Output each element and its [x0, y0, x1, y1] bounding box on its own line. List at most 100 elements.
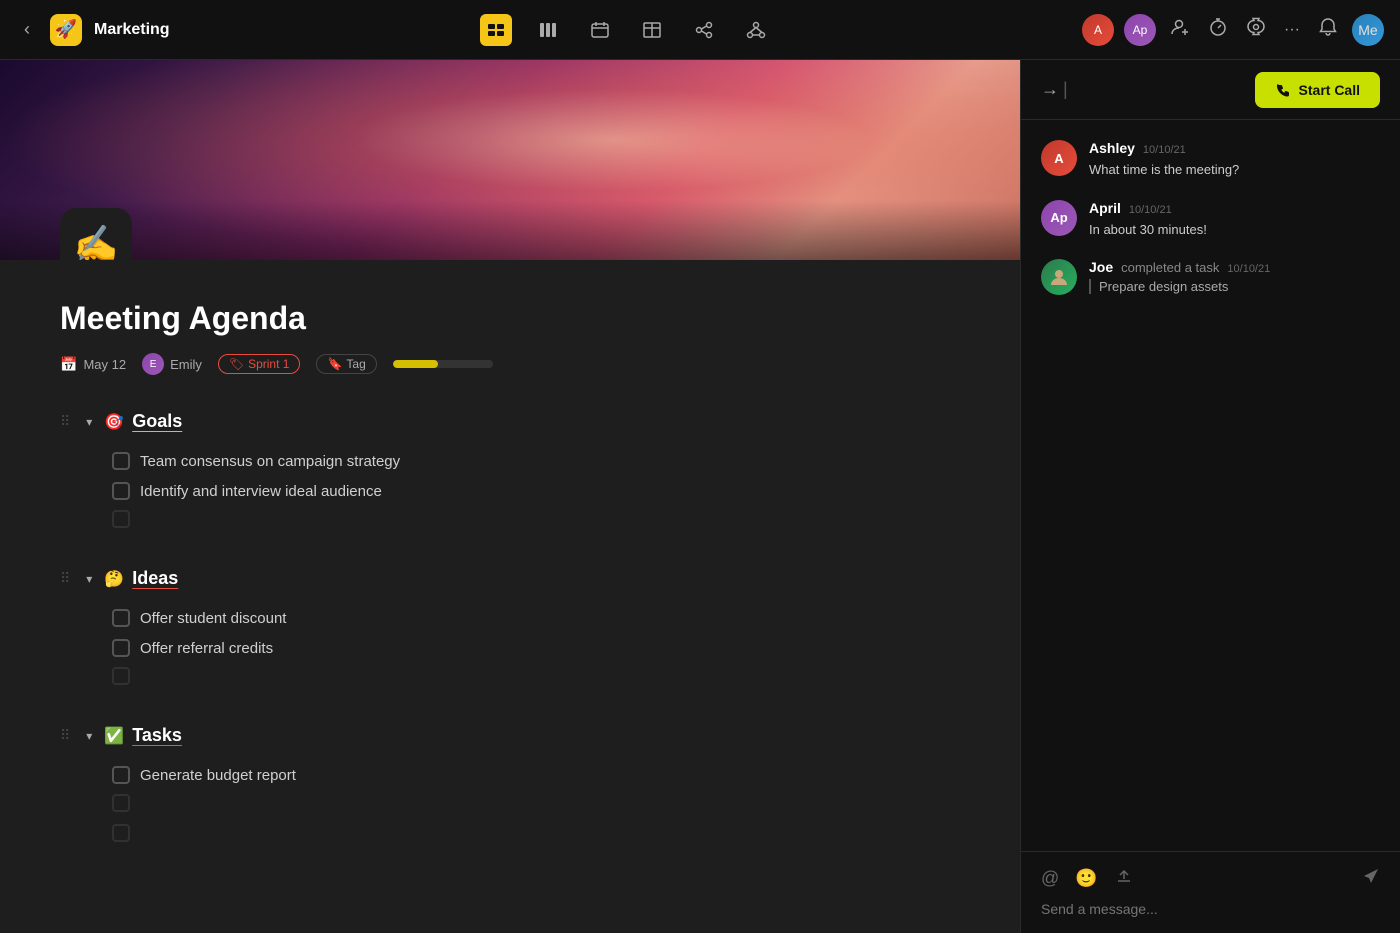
more-options-button[interactable]: ···: [1280, 17, 1304, 43]
msg-content-ashley: Ashley 10/10/21 What time is the meeting…: [1089, 140, 1380, 180]
msg-author-joe: Joe: [1089, 259, 1113, 275]
current-user-avatar[interactable]: Me: [1352, 14, 1384, 46]
ideas-add-item: [60, 663, 960, 685]
nav-right: A Ap ···: [1082, 13, 1384, 46]
tasks-item-0: Generate budget report: [60, 760, 960, 790]
tasks-emoji: ✅: [104, 726, 124, 746]
arrow-right-icon: →: [1041, 79, 1059, 100]
nav-left: ‹ 🚀 Marketing: [16, 14, 170, 46]
send-button[interactable]: [1362, 867, 1380, 890]
notifications-button[interactable]: [1314, 13, 1342, 46]
checkbox-tasks-0[interactable]: [112, 766, 130, 784]
drag-handle-ideas[interactable]: ⠿: [60, 570, 70, 587]
meta-date[interactable]: 📅 May 12: [60, 356, 126, 373]
send-icon: [1362, 867, 1380, 885]
section-tasks: ⠿ ▾ ✅ Tasks Generate budget report: [60, 725, 960, 842]
phone-icon: [1275, 82, 1291, 98]
goals-item-0: Team consensus on campaign strategy: [60, 446, 960, 476]
app-title: Marketing: [94, 21, 170, 39]
chat-message-joe: Joe completed a task 10/10/21 Prepare de…: [1041, 259, 1380, 295]
app-logo: 🚀: [50, 14, 82, 46]
checkbox-ideas-1[interactable]: [112, 639, 130, 657]
tasks-title: Tasks: [132, 725, 182, 746]
tool-list[interactable]: [480, 14, 512, 46]
msg-content-joe: Joe completed a task 10/10/21 Prepare de…: [1089, 259, 1380, 295]
ideas-item-1: Offer referral credits: [60, 633, 960, 663]
chat-message-april: Ap April 10/10/21 In about 30 minutes!: [1041, 200, 1380, 240]
chat-header: → | Start Call: [1021, 60, 1400, 120]
chat-input[interactable]: [1041, 901, 1380, 917]
checkbox-goals-empty[interactable]: [112, 510, 130, 528]
tool-graph[interactable]: [740, 14, 772, 46]
msg-text-ashley: What time is the meeting?: [1089, 160, 1380, 180]
emoji-button[interactable]: 🙂: [1075, 868, 1097, 889]
chat-input-toolbar: @ 🙂: [1041, 866, 1380, 891]
meta-tag[interactable]: 🔖 Tag: [316, 354, 376, 374]
checkbox-tasks-empty-2[interactable]: [112, 824, 130, 842]
tasks-add-item-2: [60, 820, 960, 842]
collapse-ideas[interactable]: ▾: [82, 570, 96, 588]
msg-header-ashley: Ashley 10/10/21: [1089, 140, 1380, 156]
user-avatar-ashley[interactable]: A: [1082, 14, 1114, 46]
msg-avatar-april: Ap: [1041, 200, 1077, 236]
joe-avatar-img: [1049, 267, 1069, 287]
timer-button[interactable]: [1204, 13, 1232, 46]
msg-author-april: April: [1089, 200, 1121, 216]
doc-icon: ✍️: [60, 208, 132, 260]
mention-button[interactable]: @: [1041, 868, 1059, 889]
section-tasks-header: ⠿ ▾ ✅ Tasks: [60, 725, 960, 746]
upload-button[interactable]: [1114, 866, 1134, 891]
chat-collapse-button[interactable]: → |: [1041, 79, 1068, 100]
meta-sprint[interactable]: 🏷 Sprint 1: [218, 354, 301, 374]
divider-icon: |: [1063, 79, 1068, 100]
section-ideas: ⠿ ▾ 🤔 Ideas Offer student discount Offer…: [60, 568, 960, 685]
doc-content: Meeting Agenda 📅 May 12 E Emily 🏷 Sprint…: [0, 260, 1020, 922]
upload-icon: [1114, 866, 1134, 886]
drag-handle-tasks[interactable]: ⠿: [60, 727, 70, 744]
collapse-tasks[interactable]: ▾: [82, 727, 96, 745]
tasks-add-item-1: [60, 790, 960, 812]
goals-add-item: [60, 506, 960, 528]
section-goals: ⠿ ▾ 🎯 Goals Team consensus on campaign s…: [60, 411, 960, 528]
back-button[interactable]: ‹: [16, 15, 38, 44]
checkbox-tasks-empty-1[interactable]: [112, 794, 130, 812]
ideas-title: Ideas: [132, 568, 178, 589]
progress-fill: [393, 360, 438, 368]
goals-title: Goals: [132, 411, 182, 432]
msg-header-april: April 10/10/21: [1089, 200, 1380, 216]
doc-meta: 📅 May 12 E Emily 🏷 Sprint 1 🔖 Tag: [60, 353, 960, 375]
msg-content-april: April 10/10/21 In about 30 minutes!: [1089, 200, 1380, 240]
nav-tools: [170, 14, 1082, 46]
chat-input-area: @ 🙂: [1021, 851, 1400, 933]
calendar-icon: 📅: [60, 356, 77, 373]
meta-assignee[interactable]: E Emily: [142, 353, 202, 375]
msg-task-complete-label: completed a task: [1121, 260, 1219, 275]
tool-table[interactable]: [636, 14, 668, 46]
tool-share[interactable]: [688, 14, 720, 46]
checkbox-ideas-empty[interactable]: [112, 667, 130, 685]
main-area: ✍️ Meeting Agenda 📅 May 12 E Emily 🏷 Spr…: [0, 60, 1400, 933]
msg-header-joe: Joe completed a task 10/10/21: [1089, 259, 1380, 275]
checkbox-goals-0[interactable]: [112, 452, 130, 470]
msg-time-joe: 10/10/21: [1227, 263, 1270, 275]
msg-author-ashley: Ashley: [1089, 140, 1135, 156]
progress-bar: [393, 360, 493, 368]
collapse-goals[interactable]: ▾: [82, 413, 96, 431]
checkbox-ideas-0[interactable]: [112, 609, 130, 627]
settings-button[interactable]: [1242, 13, 1270, 46]
msg-text-april: In about 30 minutes!: [1089, 220, 1380, 240]
msg-avatar-joe: [1041, 259, 1077, 295]
tag-icon: 🔖: [327, 357, 342, 371]
section-ideas-header: ⠿ ▾ 🤔 Ideas: [60, 568, 960, 589]
doc-panel: ✍️ Meeting Agenda 📅 May 12 E Emily 🏷 Spr…: [0, 60, 1020, 933]
doc-title: Meeting Agenda: [60, 300, 960, 337]
tool-calendar[interactable]: [584, 14, 616, 46]
add-member-button[interactable]: [1166, 13, 1194, 46]
user-avatar-april[interactable]: Ap: [1124, 14, 1156, 46]
checkbox-goals-1[interactable]: [112, 482, 130, 500]
start-call-button[interactable]: Start Call: [1255, 72, 1380, 108]
msg-time-april: 10/10/21: [1129, 204, 1172, 216]
drag-handle-goals[interactable]: ⠿: [60, 413, 70, 430]
tool-columns[interactable]: [532, 14, 564, 46]
assignee-avatar: E: [142, 353, 164, 375]
